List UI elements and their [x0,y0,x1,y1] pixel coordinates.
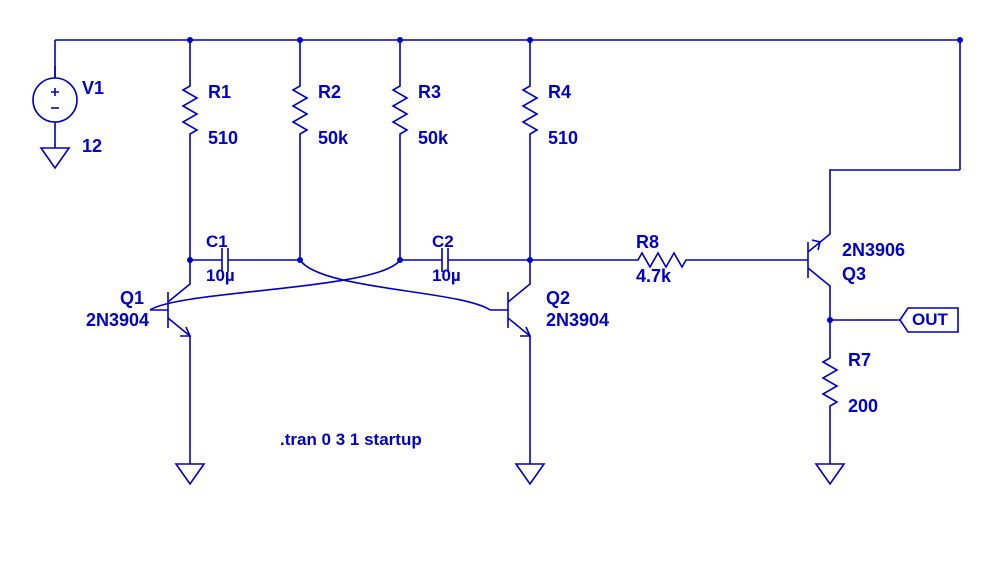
v1-source [33,66,77,134]
r7-name: R7 [848,350,871,371]
spice-directive: .tran 0 3 1 startup [280,430,422,450]
q2-npn [490,276,530,344]
r2-name: R2 [318,82,341,103]
q3-ground [816,450,844,484]
c2-value: 10µ [432,266,461,286]
r7-value: 200 [848,396,878,417]
q1-npn [150,276,190,344]
r2-value: 50k [318,128,348,149]
c1-name: C1 [206,232,228,252]
v1-name: V1 [82,78,104,99]
v1-value: 12 [82,136,102,157]
r4-value: 510 [548,128,578,149]
r4-resistor [523,78,537,148]
r1-name: R1 [208,82,231,103]
r4-name: R4 [548,82,571,103]
q1-model: 2N3904 [86,310,149,331]
c1-value: 10µ [206,266,235,286]
r8-name: R8 [636,232,659,253]
q1-ground [176,450,204,484]
r7-resistor [823,350,837,420]
q2-ground [516,450,544,484]
q3-name: Q3 [842,264,866,285]
q2-model: 2N3904 [546,310,609,331]
r3-resistor [393,78,407,148]
q1-name: Q1 [120,288,144,309]
r3-name: R3 [418,82,441,103]
q3-model: 2N3906 [842,240,905,261]
r2-resistor [293,78,307,148]
r8-value: 4.7k [636,266,671,287]
schematic-canvas [0,0,1000,570]
q3-pnp [790,226,830,294]
c2-name: C2 [432,232,454,252]
v1-ground [41,134,69,168]
r1-value: 510 [208,128,238,149]
r8-resistor [630,253,700,267]
r1-resistor [183,78,197,148]
q2-name: Q2 [546,288,570,309]
r3-value: 50k [418,128,448,149]
out-label: OUT [912,310,948,330]
